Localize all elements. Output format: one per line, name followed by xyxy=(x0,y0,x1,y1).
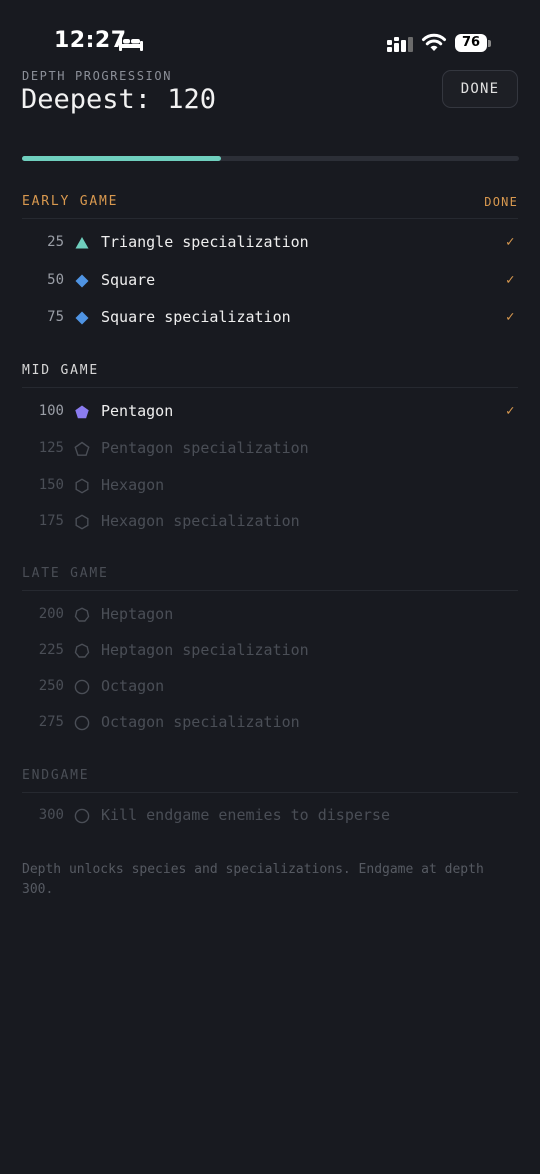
hexagon-outline-icon xyxy=(75,478,89,494)
list-item-depth-250: 250 Octagon xyxy=(0,672,540,702)
depth-value: 275 xyxy=(38,714,64,730)
checkmark-icon: ✓ xyxy=(506,403,515,419)
checkmark-icon: ✓ xyxy=(506,234,515,250)
heptagon-outline-icon xyxy=(74,607,90,622)
milestone-label: Kill endgame enemies to disperse xyxy=(101,806,390,824)
milestone-label: Octagon xyxy=(101,677,165,695)
milestone-label: Triangle specialization xyxy=(101,233,309,251)
milestone-label: Hexagon specialization xyxy=(101,512,300,530)
square-icon xyxy=(75,311,89,325)
list-item-depth-200: 200 Heptagon xyxy=(0,600,540,630)
section-status-early-game: DONE xyxy=(484,195,518,209)
list-item-depth-25: 25 Triangle specialization ✓ xyxy=(0,228,540,258)
battery-indicator: 76 xyxy=(455,34,487,52)
depth-value: 75 xyxy=(47,309,64,325)
status-time: 12:27 xyxy=(54,28,127,53)
heptagon-outline-icon xyxy=(74,643,90,658)
list-item-depth-75: 75 Square specialization ✓ xyxy=(0,303,540,333)
checkmark-icon: ✓ xyxy=(506,309,515,325)
done-button[interactable]: DONE xyxy=(442,70,518,108)
pentagon-icon xyxy=(75,405,89,419)
octagon-outline-icon xyxy=(74,679,90,695)
list-item-depth-275: 275 Octagon specialization xyxy=(0,708,540,738)
milestone-label: Hexagon xyxy=(101,476,165,494)
wifi-icon xyxy=(422,33,446,51)
list-item-depth-175: 175 Hexagon specialization xyxy=(0,507,540,537)
depth-value: 225 xyxy=(38,642,64,658)
bed-icon xyxy=(119,36,143,51)
depth-value: 25 xyxy=(47,234,64,250)
pentagon-outline-icon xyxy=(74,441,90,456)
list-item-depth-50: 50 Square ✓ xyxy=(0,266,540,296)
header-subtitle: DEPTH PROGRESSION xyxy=(22,69,173,83)
octagon-outline-icon xyxy=(74,715,90,731)
depth-progress-bar xyxy=(22,156,519,161)
milestone-label: Pentagon specialization xyxy=(101,439,309,457)
list-item-depth-125: 125 Pentagon specialization xyxy=(0,434,540,464)
battery-tip xyxy=(488,40,491,47)
section-title-endgame: ENDGAME xyxy=(22,768,90,783)
depth-value: 150 xyxy=(38,477,64,493)
circle-outline-icon xyxy=(74,808,90,824)
milestone-label: Square xyxy=(101,271,156,289)
list-item-depth-100: 100 Pentagon ✓ xyxy=(0,397,540,427)
depth-value: 200 xyxy=(38,606,64,622)
cellular-signal-icon xyxy=(387,37,413,52)
checkmark-icon: ✓ xyxy=(506,272,515,288)
list-item-depth-225: 225 Heptagon specialization xyxy=(0,636,540,666)
section-divider xyxy=(22,218,518,219)
milestone-label: Heptagon xyxy=(101,605,174,623)
list-item-depth-300: 300 Kill endgame enemies to disperse xyxy=(0,801,540,831)
depth-progress-fill xyxy=(22,156,221,161)
square-icon xyxy=(75,274,89,288)
section-divider xyxy=(22,387,518,388)
triangle-icon xyxy=(75,237,89,249)
hexagon-outline-icon xyxy=(75,514,89,530)
milestone-label: Pentagon xyxy=(101,402,174,420)
depth-value: 300 xyxy=(38,807,64,823)
page-title: Deepest: 120 xyxy=(21,84,217,115)
section-title-early-game: EARLY GAME xyxy=(22,194,119,209)
footer-note: Depth unlocks species and specialization… xyxy=(22,862,484,897)
status-bar: 12:27 76 xyxy=(0,26,540,62)
milestone-label: Square specialization xyxy=(101,308,291,326)
depth-value: 100 xyxy=(38,403,64,419)
milestone-label: Octagon specialization xyxy=(101,713,300,731)
depth-value: 125 xyxy=(38,440,64,456)
section-title-mid-game: MID GAME xyxy=(22,363,100,378)
section-divider xyxy=(22,792,518,793)
list-item-depth-150: 150 Hexagon xyxy=(0,471,540,501)
section-title-late-game: LATE GAME xyxy=(22,566,109,581)
depth-value: 50 xyxy=(47,272,64,288)
depth-value: 175 xyxy=(38,513,64,529)
milestone-label: Heptagon specialization xyxy=(101,641,309,659)
section-divider xyxy=(22,590,518,591)
depth-value: 250 xyxy=(38,678,64,694)
